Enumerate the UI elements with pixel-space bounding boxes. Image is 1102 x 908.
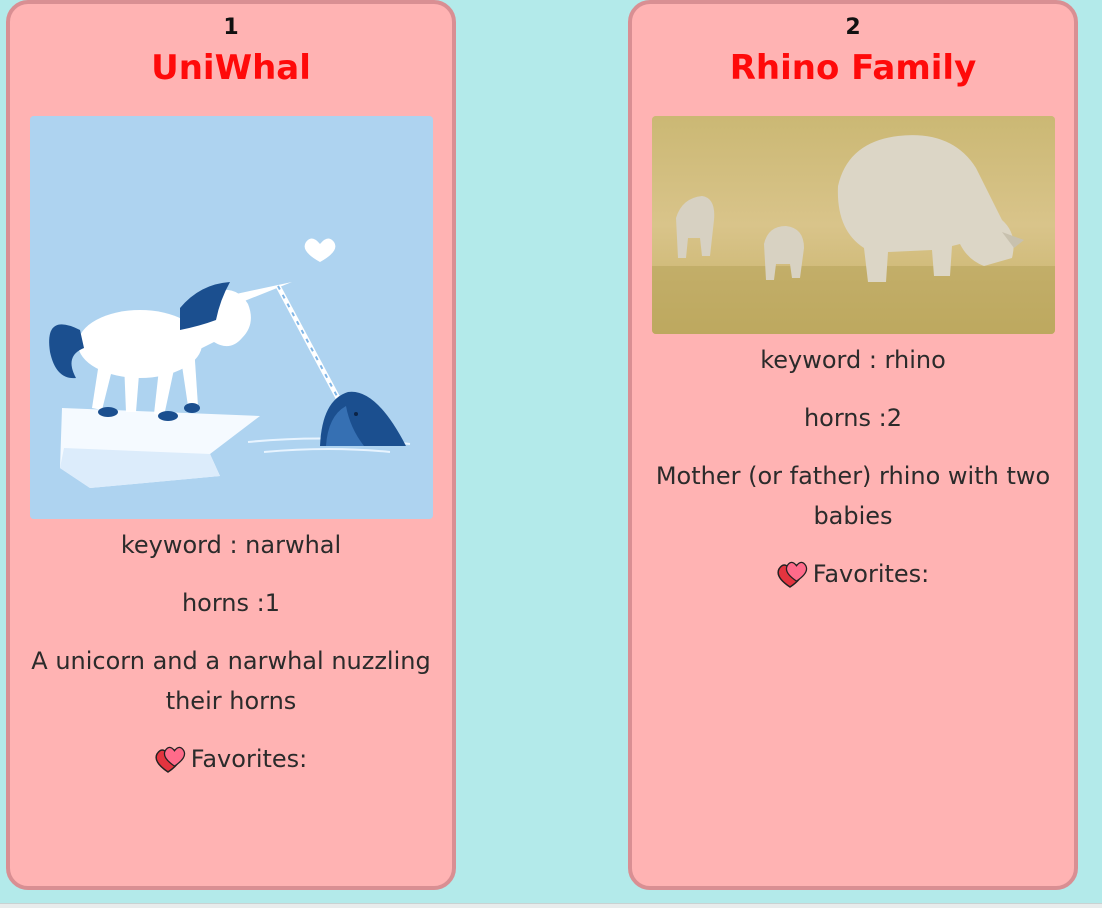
card-number: 1 [223, 15, 239, 40]
beast-image-narwhal[interactable] [29, 116, 433, 519]
beast-card-uniwhal[interactable]: 1 UniWhal keyword: narwhal horns:1 A u… [6, 0, 456, 890]
favorites-row[interactable]: Favorites: [155, 739, 308, 779]
unicorn-narwhal-illustration [29, 116, 433, 519]
card-description: Mother (or father) rhino with two babies [655, 462, 1051, 530]
card-title[interactable]: Rhino Family [632, 46, 1074, 90]
rhino-family-photo [651, 116, 1055, 334]
beast-card-rhino-family[interactable]: 2 Rhino Family keyword : rhino horns :2 … [628, 0, 1078, 890]
favorites-label: Favorites: [812, 560, 930, 588]
beast-image-rhino[interactable] [651, 116, 1055, 334]
card-keyword: keyword : narwhal [120, 531, 342, 559]
card-keyword: keyword : rhino [760, 346, 946, 374]
favorites-row[interactable]: Favorites: [777, 554, 930, 594]
card-horns: horns :2 [803, 404, 903, 432]
two-hearts-icon[interactable] [777, 560, 809, 588]
card-description: A unicorn and a narwhal nuzzling their h… [31, 647, 431, 715]
card-number: 2 [845, 15, 861, 40]
two-hearts-icon[interactable] [155, 745, 187, 773]
favorites-label: Favorites: [190, 745, 308, 773]
card-title[interactable]: UniWhal [10, 46, 452, 90]
card-horns: horns :1 [181, 589, 281, 617]
bottom-divider [0, 903, 1102, 908]
